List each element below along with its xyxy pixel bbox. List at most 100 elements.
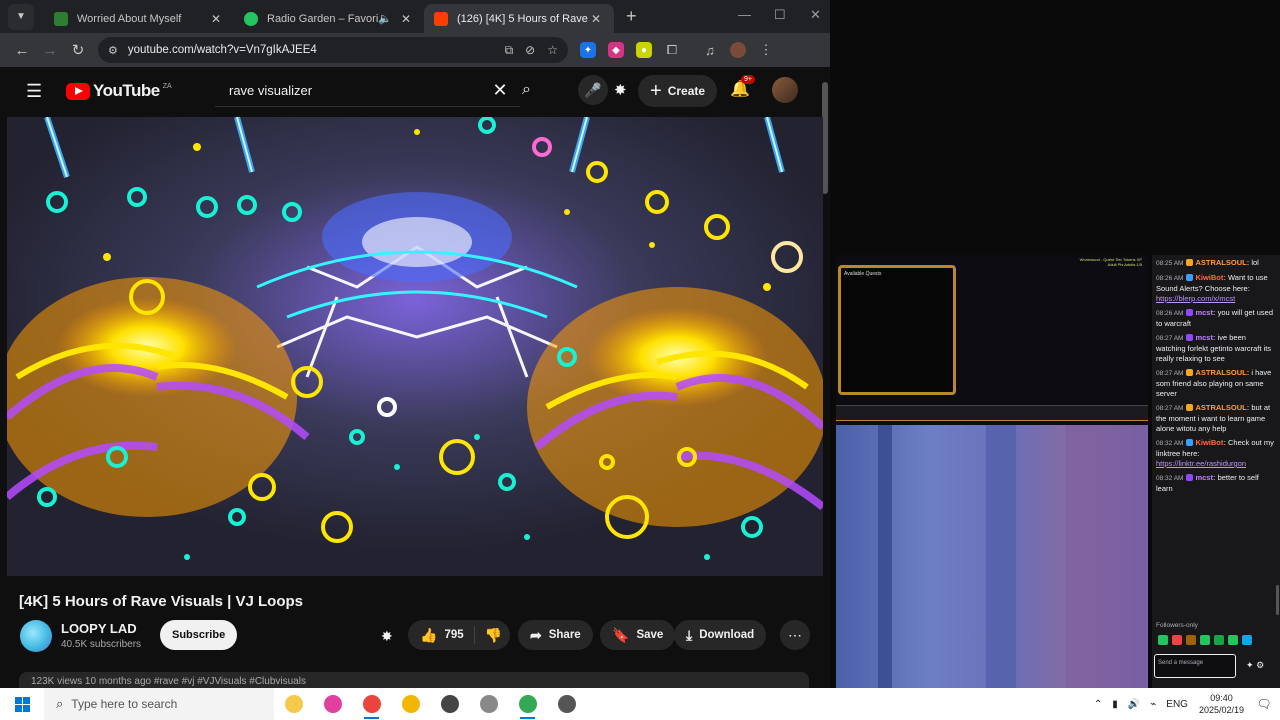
taskbar-app-app-1[interactable] [313, 688, 352, 720]
share-button[interactable]: ➦ Share [518, 620, 593, 650]
tab-worried-about-myself[interactable]: Worried About Myself ✕ [44, 4, 234, 33]
emote-icon[interactable] [1214, 635, 1224, 645]
hype-icon[interactable]: ✸ [381, 628, 393, 645]
hype-icon[interactable]: ✸ [614, 81, 627, 99]
speaker-icon[interactable]: 🔊 [1128, 699, 1140, 710]
video-player[interactable] [7, 117, 823, 576]
hamburger-menu-icon[interactable]: ☰ [26, 81, 50, 102]
chat-username[interactable]: ASTRALSOUL: [1195, 258, 1249, 267]
chat-link[interactable]: https://linktr.ee/rashidurgon [1156, 459, 1246, 468]
save-label: Save [636, 629, 664, 641]
microphone-icon[interactable]: 🎤 [578, 75, 608, 105]
settings-icon[interactable]: ⚙ [1256, 660, 1264, 670]
taskbar-app-file-explorer[interactable] [391, 688, 430, 720]
search-input[interactable]: rave visualizer ✕ [215, 75, 520, 107]
account-avatar[interactable] [772, 77, 798, 103]
taskbar-search-placeholder: Type here to search [71, 697, 178, 711]
like-button[interactable]: 👍 795 [408, 626, 475, 644]
stream-video[interactable]: Available Quests Wormwood - Quest Tier T… [836, 255, 1148, 688]
new-tab-button[interactable]: + [626, 6, 637, 27]
search-icon[interactable]: ⌕ [522, 81, 531, 99]
tab-search-button[interactable]: ▼ [8, 3, 34, 30]
chat-username[interactable]: ASTRALSOUL: [1195, 368, 1249, 377]
close-icon[interactable]: ✕ [208, 12, 224, 26]
media-control-icon[interactable]: ♫ [702, 42, 718, 58]
extension-icon[interactable]: ● [636, 42, 652, 58]
chat-link[interactable]: https://blerp.com/x/mcst [1156, 294, 1235, 303]
tab-radio-garden[interactable]: Radio Garden – Favorites 🔈 ✕ [234, 4, 424, 33]
tab-favicon-icon [54, 11, 68, 26]
chat-username[interactable]: mcst: [1195, 308, 1215, 317]
tab-title: Worried About Myself [77, 12, 182, 25]
tray-overflow-icon[interactable]: ⌃ [1094, 699, 1102, 710]
taskbar-app-chrome-2[interactable] [508, 688, 547, 720]
forward-icon[interactable]: → [36, 42, 64, 59]
emote-icon[interactable] [1186, 635, 1196, 645]
eye-off-icon[interactable]: ⊘ [525, 43, 535, 57]
maximize-icon[interactable]: ☐ [774, 7, 786, 23]
followers-only-label: Followers-only [1156, 622, 1198, 629]
game-quest-window: Available Quests [838, 265, 956, 395]
clock[interactable]: 09:40 2025/02/19 [1199, 692, 1244, 716]
back-icon[interactable]: ← [8, 42, 36, 59]
chat-timestamp: 08:26 AM [1156, 310, 1184, 317]
chat-username[interactable]: KiwiBot: [1195, 438, 1225, 447]
window-close-icon[interactable]: ✕ [810, 7, 821, 23]
create-button[interactable]: + Create [638, 75, 718, 107]
network-icon[interactable]: ⌁ [1150, 699, 1156, 710]
address-bar[interactable]: ⚙ youtube.com/watch?v=Vn7gIkAJEE4 ⧉ ⊘ ☆ [98, 37, 568, 63]
chat-timestamp: 08:32 AM [1156, 475, 1184, 482]
menu-dots-icon[interactable]: ⋮ [758, 42, 774, 58]
site-info-icon[interactable]: ⚙ [108, 44, 118, 57]
extension-icon[interactable]: ◆ [608, 42, 624, 58]
emote-icon[interactable] [1228, 635, 1238, 645]
youtube-logo[interactable]: YouTube ZA [66, 81, 172, 101]
tray-app-icon[interactable]: ▮ [1112, 699, 1118, 710]
download-button[interactable]: ⤓ Download [674, 620, 767, 650]
tab-youtube-video[interactable]: (126) [4K] 5 Hours of Rave Visu ✕ [424, 4, 614, 33]
notification-center-icon[interactable]: 🗨 [1254, 697, 1274, 711]
extension-icon[interactable]: ✦ [580, 42, 596, 58]
cast-icon[interactable]: ⧉ [505, 43, 514, 58]
chat-username[interactable]: KiwiBot: [1195, 273, 1225, 282]
chat-badge-icon [1186, 259, 1194, 266]
youtube-header: ☰ YouTube ZA rave visualizer ✕ ⌕ 🎤 ✸ + C… [0, 67, 830, 115]
close-icon[interactable]: ✕ [588, 12, 604, 26]
bookmark-star-icon[interactable]: ☆ [547, 43, 558, 57]
emote-icon[interactable] [1200, 635, 1210, 645]
chat-username[interactable]: mcst: [1195, 473, 1215, 482]
subscribe-button[interactable]: Subscribe [160, 620, 238, 650]
language-indicator[interactable]: ENG [1166, 699, 1188, 710]
reload-icon[interactable]: ↻ [64, 41, 92, 59]
channel-name[interactable]: LOOPY LAD [61, 621, 137, 636]
taskbar-app-app-3[interactable] [469, 688, 508, 720]
channel-avatar[interactable] [20, 620, 52, 652]
chat-username[interactable]: ASTRALSOUL: [1195, 403, 1249, 412]
description-box[interactable]: 123K views 10 months ago #rave #vj #VJVi… [19, 672, 809, 688]
taskbar-app-widgets[interactable] [274, 688, 313, 720]
chat-message: 08:25 AM ASTRALSOUL: lol [1156, 258, 1276, 269]
mute-tab-icon[interactable]: 🔈 [378, 12, 392, 25]
dislike-button[interactable]: 👎 [475, 627, 512, 644]
close-icon[interactable]: ✕ [398, 12, 414, 26]
chat-timestamp: 08:26 AM [1156, 275, 1184, 282]
puzzle-icon[interactable]: ⧠ [664, 42, 680, 58]
emote-icon[interactable] [1158, 635, 1168, 645]
taskbar-app-app-2[interactable] [430, 688, 469, 720]
minimize-icon[interactable]: — [738, 7, 751, 22]
taskbar-app-app-4[interactable] [547, 688, 586, 720]
start-button[interactable] [0, 696, 44, 712]
more-actions-icon[interactable]: ⋯ [780, 620, 810, 650]
plus-icon: + [650, 79, 662, 102]
bits-icon[interactable]: ✦ [1246, 660, 1254, 670]
taskbar-search[interactable]: ⌕ Type here to search [44, 688, 274, 720]
emote-icon[interactable] [1242, 635, 1252, 645]
clear-search-icon[interactable]: ✕ [480, 80, 520, 101]
save-button[interactable]: 🔖 Save [600, 620, 676, 650]
profile-avatar-icon[interactable] [730, 42, 746, 58]
taskbar-app-chrome-1[interactable] [352, 688, 391, 720]
chat-username[interactable]: mcst: [1195, 333, 1215, 342]
chat-scrollbar[interactable] [1276, 585, 1279, 615]
emote-icon[interactable] [1172, 635, 1182, 645]
chat-input[interactable]: Send a message [1154, 654, 1236, 678]
